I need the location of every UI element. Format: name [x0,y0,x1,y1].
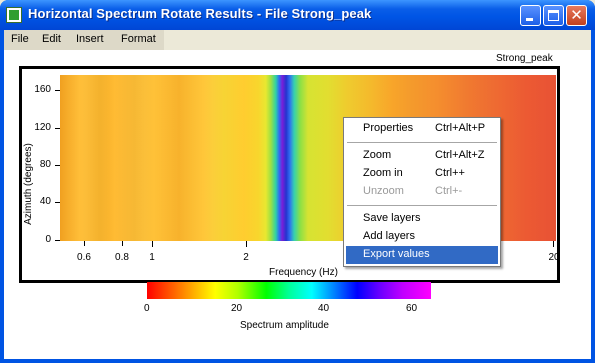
y-tick-mark [55,240,60,241]
app-window: Horizontal Spectrum Rotate Results - Fil… [0,0,595,363]
x-tick-label: 1 [149,252,155,263]
x-tick-mark [122,241,123,246]
client-area: File Edit Insert Format Strong_peak 0 40… [4,30,591,359]
x-tick-label: 0.8 [115,252,129,263]
ctx-item-label: Zoom [363,149,392,161]
ctx-save-layers[interactable]: Save layers [346,210,498,228]
menu-format[interactable]: Format [121,33,156,45]
maximize-button[interactable] [543,5,564,26]
x-tick-mark [152,241,153,247]
ctx-item-shortcut: Ctrl+Alt+Z [435,149,485,161]
colorbar-title: Spectrum amplitude [240,320,329,331]
ctx-add-layers[interactable]: Add layers [346,228,498,246]
colorbar-tick-label: 60 [406,303,418,314]
x-tick-label: 20 [548,252,560,263]
menu-bar: File Edit Insert Format [4,30,591,50]
ctx-unzoom: Unzoom Ctrl+- [346,183,498,201]
colorbar [147,282,431,299]
y-tick-mark [55,90,60,91]
y-axis-title: Azimuth (degrees) [23,143,34,225]
y-tick-mark [55,202,60,203]
ctx-item-label: Add layers [363,230,415,242]
ctx-item-label: Save layers [363,212,421,224]
ctx-item-shortcut: Ctrl+Alt+P [435,122,486,134]
maximize-icon [548,10,559,21]
ctx-item-shortcut: Ctrl++ [435,167,465,179]
y-tick-label: 160 [34,84,51,95]
x-tick-mark [84,241,85,246]
minimize-icon [526,18,533,21]
ctx-export-values[interactable]: Export values [346,246,498,264]
ctx-item-label: Export values [363,248,430,260]
y-tick-mark [55,128,60,129]
menu-insert[interactable]: Insert [76,33,104,45]
ctx-item-label: Properties [363,122,414,134]
ctx-zoom-in[interactable]: Zoom in Ctrl++ [346,165,498,183]
x-axis-title: Frequency (Hz) [269,267,338,278]
y-tick-mark [55,165,60,166]
ctx-item-label: Zoom in [363,167,403,179]
colorbar-tick-label: 40 [318,303,330,314]
ctx-item-label: Unzoom [363,185,404,197]
x-tick-label: 0.6 [77,252,91,263]
ctx-zoom[interactable]: Zoom Ctrl+Alt+Z [346,147,498,165]
colorbar-tick-label: 20 [231,303,243,314]
window-title: Horizontal Spectrum Rotate Results - Fil… [28,6,372,21]
colorbar-tick-label: 0 [144,303,150,314]
menu-file[interactable]: File [11,33,29,45]
minimize-button[interactable] [520,5,541,26]
plot-title: Strong_peak [496,53,553,64]
x-tick-label: 2 [243,252,249,263]
x-tick-mark [246,241,247,247]
title-bar[interactable]: Horizontal Spectrum Rotate Results - Fil… [0,0,595,30]
ctx-separator [347,205,497,206]
ctx-item-shortcut: Ctrl+- [435,185,463,197]
close-icon: ✕ [570,6,583,24]
menu-edit[interactable]: Edit [42,33,61,45]
context-menu: Properties Ctrl+Alt+P Zoom Ctrl+Alt+Z Zo… [343,117,501,267]
ctx-properties[interactable]: Properties Ctrl+Alt+P [346,120,498,138]
ctx-separator [347,142,497,143]
app-icon [6,7,22,23]
y-tick-label: 120 [34,122,51,133]
close-button[interactable]: ✕ [566,5,587,26]
x-tick-mark [553,241,554,247]
y-tick-label: 0 [45,234,51,245]
